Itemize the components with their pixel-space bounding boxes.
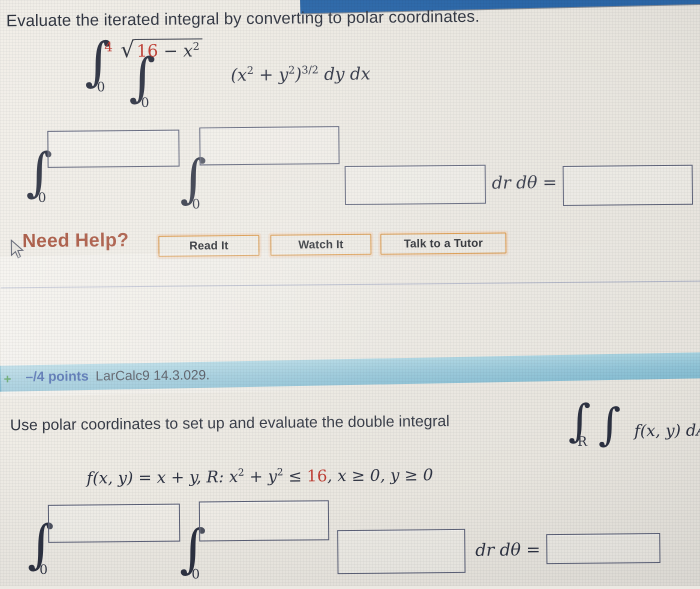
double-integral-outer-symbol: ∫ R xyxy=(567,395,592,450)
inner-upper-limit-radical: √ 16 − x2 xyxy=(120,37,203,64)
answer1-outer-upper-limit-box[interactable] xyxy=(47,129,180,168)
need-help-label: Need Help? xyxy=(22,230,129,253)
answer1-dr-dtheta-label: dr dθ = xyxy=(491,173,558,194)
radical-sign-icon: √ xyxy=(120,38,135,64)
answer2-outer-upper-limit-box[interactable] xyxy=(47,503,181,543)
talk-to-a-tutor-button[interactable]: Talk to a Tutor xyxy=(380,232,507,255)
double-integral-inner-symbol: ∫ xyxy=(597,399,622,451)
question1-prompt: Evaluate the iterated integral by conver… xyxy=(6,7,480,31)
watch-it-button[interactable]: Watch It xyxy=(270,233,372,256)
answer2-inner-lower-limit: 0 xyxy=(191,567,200,583)
points-value: –/4 points xyxy=(25,368,89,385)
assignment-content: Evaluate the iterated integral by conver… xyxy=(0,0,700,589)
answer2-result-box[interactable] xyxy=(546,533,661,565)
outer-lower-limit: 0 xyxy=(96,80,106,96)
answer2-dr-dtheta-label: dr dθ = xyxy=(475,540,541,561)
region-radius-squared: 16 xyxy=(306,466,328,486)
outer-integral-symbol: ∫ 4 0 xyxy=(84,32,113,96)
radicand-exponent: 2 xyxy=(192,40,200,53)
answer1-outer-lower-limit: 0 xyxy=(37,190,47,206)
expand-plus-icon[interactable]: + xyxy=(4,371,12,386)
section-divider xyxy=(0,280,700,289)
answer1-inner-integral-symbol: ∫ 0 xyxy=(179,149,208,213)
exercise-reference: LarCalc9 14.3.029. xyxy=(95,367,210,384)
radicand-constant: 16 xyxy=(136,41,159,63)
question2-points-text: –/4 points LarCalc9 14.3.029. xyxy=(26,367,210,384)
inner-integral-symbol: ∫ 0 xyxy=(128,47,157,112)
answer1-inner-lower-limit: 0 xyxy=(191,197,201,213)
region-label-R: R xyxy=(577,434,588,450)
read-it-button[interactable]: Read It xyxy=(158,234,260,257)
inner-lower-limit: 0 xyxy=(140,95,150,112)
answer1-inner-upper-limit-box[interactable] xyxy=(199,126,340,166)
answer2-inner-upper-limit-box[interactable] xyxy=(198,500,330,542)
answer1-integrand-box[interactable] xyxy=(344,164,486,206)
answer2-outer-lower-limit: 0 xyxy=(39,562,48,578)
question2-integrand-label: f(x, y) dA. xyxy=(634,420,700,441)
outer-upper-limit: 4 xyxy=(104,40,113,56)
question1-integrand: (x2 + y2)3/2 dy dx xyxy=(230,64,371,86)
question2-prompt: Use polar coordinates to set up and eval… xyxy=(10,413,450,435)
question2-function-definition: f(x, y) = x + y, R: x2 + y2 ≤ 16, x ≥ 0,… xyxy=(86,465,434,488)
answer2-integrand-box[interactable] xyxy=(337,528,466,575)
answer1-result-box[interactable] xyxy=(562,164,694,206)
